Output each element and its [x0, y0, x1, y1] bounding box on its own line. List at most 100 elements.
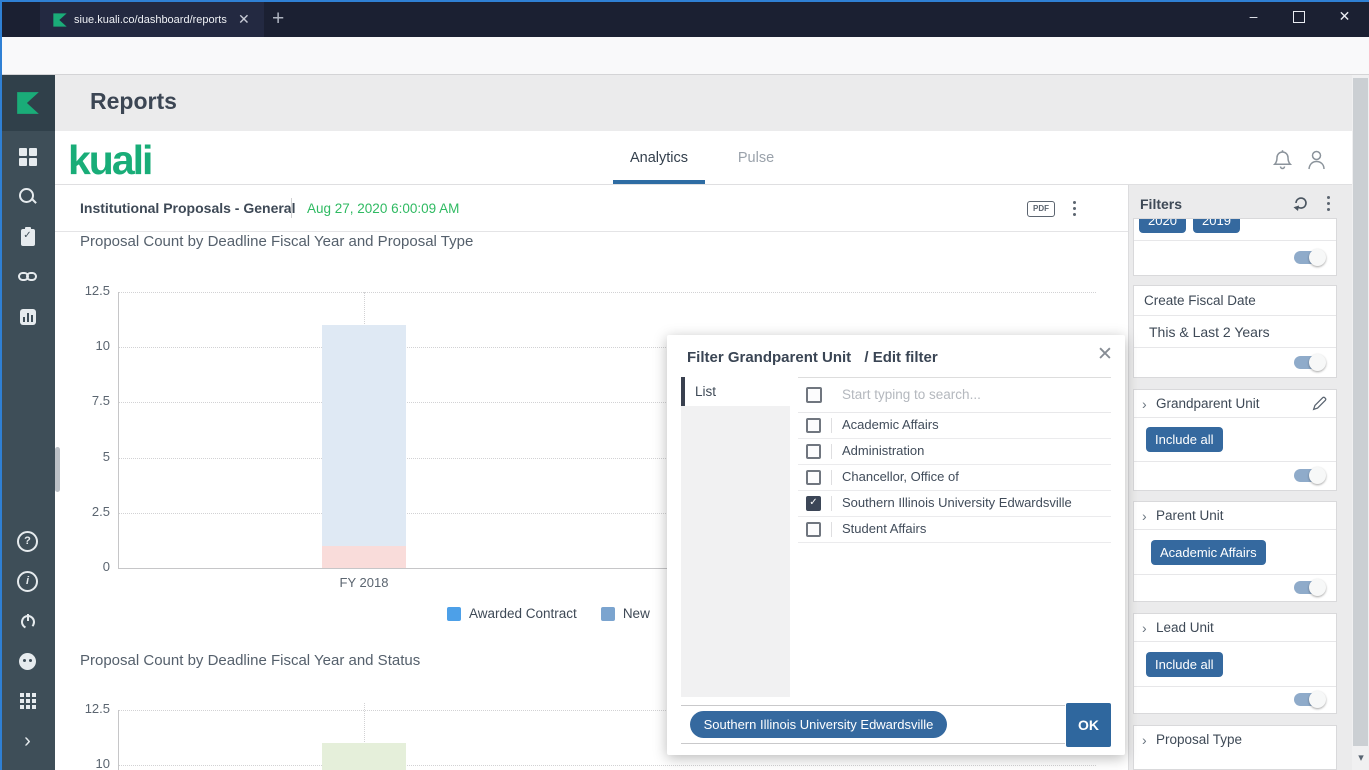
sidebar-logo[interactable]: [0, 75, 55, 131]
filter-card-lead-unit: › Lead Unit Include all: [1133, 613, 1337, 714]
legend-item[interactable]: Awarded Contract: [447, 606, 577, 621]
filter-card-grandparent-unit: › Grandparent Unit Include all: [1133, 389, 1337, 491]
sidebar-item-tasks[interactable]: ✓: [0, 217, 55, 257]
bell-icon: [1272, 150, 1293, 170]
modal-option-checkbox[interactable]: ✓: [806, 522, 821, 537]
sidebar-item-feedback[interactable]: [0, 641, 55, 681]
tab-pulse[interactable]: Pulse: [725, 150, 787, 166]
dialog-option-list: ✓ Start typing to search... ✓ Academic A…: [798, 377, 1111, 543]
dialog-left-nav: List: [681, 377, 790, 697]
filters-title: Filters: [1140, 196, 1183, 212]
filters-refresh-button[interactable]: [1292, 194, 1310, 212]
sidebar-item-dashboard[interactable]: [0, 137, 55, 177]
browser-title-bar: siue.kuali.co/dashboard/reports ✕ + – ✕: [0, 0, 1369, 37]
sidebar-item-logout[interactable]: [0, 601, 55, 641]
window-close-button[interactable]: ✕: [1322, 0, 1367, 32]
chart-ytick: 5: [102, 448, 110, 464]
help-icon: ?: [17, 530, 38, 552]
modal-option-1[interactable]: ✓ Administration: [798, 439, 1111, 465]
edit-pencil-icon[interactable]: [1311, 395, 1328, 412]
sidebar-item-links[interactable]: [0, 257, 55, 297]
filter-card-proposal-type: › Proposal Type: [1133, 725, 1337, 770]
notifications-button[interactable]: [1272, 149, 1293, 171]
sidebar-item-help[interactable]: ?: [0, 521, 55, 561]
filter-toggle[interactable]: [1294, 249, 1326, 266]
power-icon: [20, 614, 35, 629]
filter-chip-row: Include all: [1134, 642, 1336, 687]
option-divider: [831, 522, 832, 537]
chart-ytick: 0: [102, 559, 110, 574]
filter-toggle[interactable]: [1294, 354, 1326, 371]
sidebar-item-info[interactable]: i: [0, 561, 55, 601]
filter-card-header[interactable]: › Parent Unit: [1134, 502, 1336, 530]
option-divider: [831, 418, 832, 433]
modal-option-checkbox[interactable]: ✓: [806, 496, 821, 511]
filter-toggle[interactable]: [1294, 691, 1326, 708]
search-input[interactable]: Start typing to search...: [842, 387, 981, 402]
filter-toggle[interactable]: [1294, 467, 1326, 484]
select-all-checkbox[interactable]: ✓: [806, 387, 822, 403]
scrollbar-down-arrow-icon[interactable]: ▾: [1355, 751, 1367, 765]
modal-option-checkbox[interactable]: ✓: [806, 444, 821, 459]
modal-option-3[interactable]: ✓ Southern Illinois University Edwardsvi…: [798, 491, 1111, 517]
content-scrollbar-thumb[interactable]: [55, 447, 60, 492]
right-scrollbar-thumb[interactable]: [1353, 78, 1368, 746]
nav-item-list[interactable]: List: [681, 377, 790, 406]
filter-chip-include-all[interactable]: Include all: [1146, 652, 1223, 677]
chevron-right-icon: ›: [24, 729, 31, 752]
chart1-legend: Awarded Contract New: [447, 606, 696, 621]
filter-card-title[interactable]: Create Fiscal Date: [1134, 286, 1336, 316]
modal-option-0[interactable]: ✓ Academic Affairs: [798, 413, 1111, 439]
selected-value-chip[interactable]: Southern Illinois University Edwardsvill…: [690, 711, 947, 738]
dialog-title-text: Filter Grandparent Unit: [687, 349, 852, 366]
filter-card-header[interactable]: › Grandparent Unit: [1134, 390, 1336, 418]
report-menu-kebab-icon[interactable]: [1073, 201, 1076, 216]
new-tab-button[interactable]: +: [272, 6, 284, 32]
modal-option-2[interactable]: ✓ Chancellor, Office of: [798, 465, 1111, 491]
filters-menu-kebab-icon[interactable]: [1327, 196, 1330, 211]
report-timestamp: Aug 27, 2020 6:00:09 AM: [307, 201, 460, 216]
window-minimize-button[interactable]: –: [1231, 0, 1276, 32]
filter-edit-dialog: Filter Grandparent Unit / Edit filter ✕ …: [667, 335, 1125, 755]
sidebar-item-reports[interactable]: [0, 297, 55, 337]
filter-card-header[interactable]: › Proposal Type: [1134, 726, 1336, 754]
legend-swatch-0: [447, 606, 461, 621]
filter-card-title: Lead Unit: [1156, 620, 1214, 635]
pdf-export-button[interactable]: PDF: [1027, 201, 1055, 217]
filter-chip-2020[interactable]: 2020: [1139, 219, 1186, 233]
chevron-expand-icon: ›: [1142, 508, 1147, 524]
tab-analytics[interactable]: Analytics: [613, 150, 705, 166]
dialog-title: Filter Grandparent Unit / Edit filter: [687, 349, 938, 366]
filter-card-value[interactable]: This & Last 2 Years: [1134, 316, 1336, 348]
kuali-mark-icon: [16, 92, 39, 114]
modal-option-checkbox[interactable]: ✓: [806, 470, 821, 485]
chart1-title: Proposal Count by Deadline Fiscal Year a…: [80, 233, 474, 250]
chart-ytick: 10: [95, 338, 110, 354]
profile-button[interactable]: [1306, 149, 1327, 171]
ok-button[interactable]: OK: [1066, 703, 1111, 747]
dashboard-icon: [18, 148, 37, 166]
tab-close-icon[interactable]: ✕: [238, 11, 250, 28]
sidebar-item-search[interactable]: [0, 177, 55, 217]
option-label: Chancellor, Office of: [842, 469, 959, 484]
modal-option-checkbox[interactable]: ✓: [806, 418, 821, 433]
chevron-expand-icon: ›: [1142, 620, 1147, 636]
option-divider: [831, 496, 832, 511]
active-tab-underline: [613, 180, 705, 184]
legend-item[interactable]: New: [600, 606, 650, 621]
window-maximize-button[interactable]: [1276, 0, 1321, 32]
chart-barseg: [322, 743, 406, 770]
sidebar-expand[interactable]: ›: [0, 721, 55, 761]
kuali-wordmark: kuali: [68, 137, 153, 183]
filter-chip-2019[interactable]: 2019: [1193, 219, 1240, 233]
sidebar-item-apps[interactable]: [0, 681, 55, 721]
option-label: Student Affairs: [842, 521, 927, 536]
filter-chip-academic-affairs[interactable]: Academic Affairs: [1151, 540, 1266, 565]
dialog-close-icon[interactable]: ✕: [1095, 345, 1115, 365]
browser-tab[interactable]: siue.kuali.co/dashboard/reports ✕: [40, 2, 264, 37]
filter-toggle[interactable]: [1294, 579, 1326, 596]
filter-card-header[interactable]: › Lead Unit: [1134, 614, 1336, 642]
modal-option-4[interactable]: ✓ Student Affairs: [798, 517, 1111, 543]
chart-grid: [118, 765, 1096, 767]
filter-chip-include-all[interactable]: Include all: [1146, 427, 1223, 452]
